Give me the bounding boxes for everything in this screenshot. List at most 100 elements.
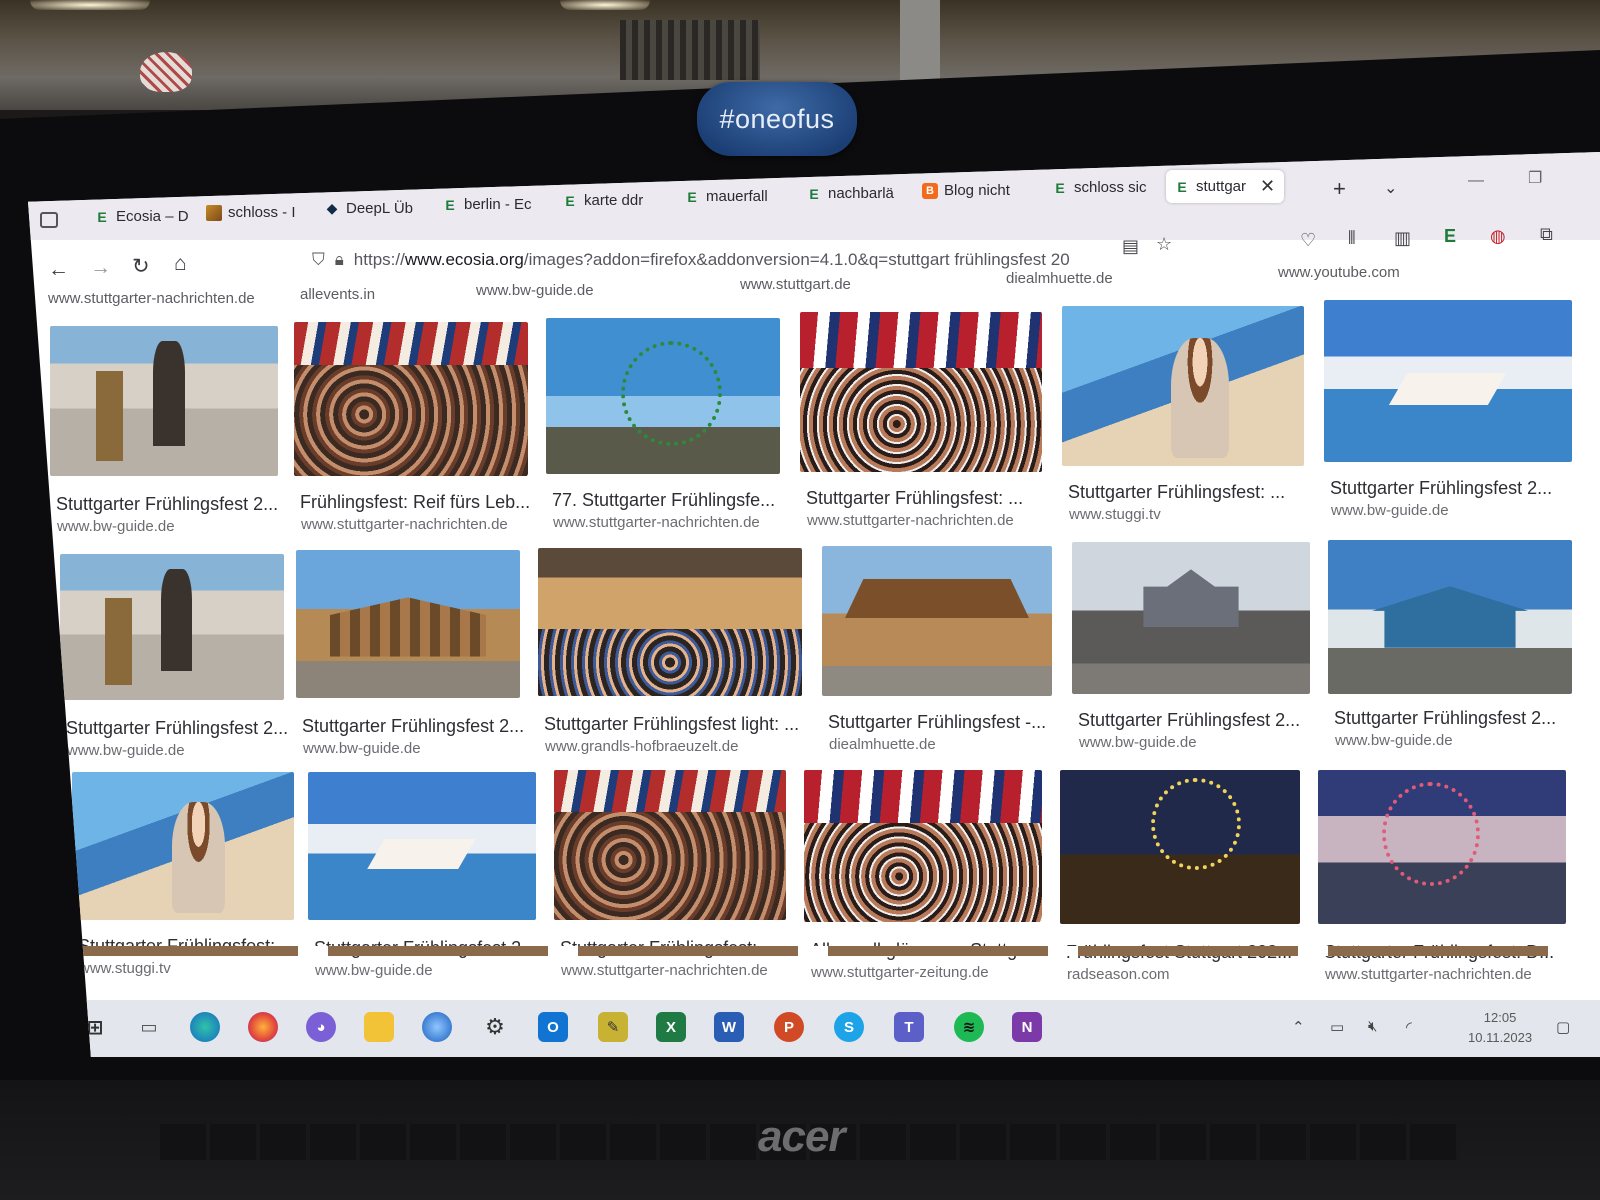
result-source[interactable]: www.stuggi.tv xyxy=(1069,506,1161,523)
ecosia-extension-icon[interactable]: E xyxy=(1444,226,1456,247)
result-title[interactable]: Stuttgarter Frühlingsfest 2... xyxy=(1078,710,1300,731)
result-source[interactable]: www.stuttgarter-zeitung.de xyxy=(811,964,989,981)
sidebar-icon[interactable]: ▥ xyxy=(1394,228,1411,249)
url-text[interactable]: https://www.ecosia.org/images?addon=fire… xyxy=(354,250,1070,270)
result-source[interactable]: www.stuttgarter-nachrichten.de xyxy=(561,962,768,979)
result-thumbnail[interactable] xyxy=(1328,540,1572,694)
lock-icon[interactable]: 🔒︎ xyxy=(335,250,344,270)
result-thumbnail[interactable] xyxy=(296,550,520,698)
onenote-icon[interactable]: N xyxy=(1012,1012,1042,1042)
spotify-icon[interactable]: ≋ xyxy=(954,1012,984,1042)
pocket-icon[interactable]: ♡ xyxy=(1300,230,1316,251)
firefox-icon[interactable] xyxy=(248,1012,278,1042)
result-title[interactable]: Stuttgarter Frühlingsfest 2... xyxy=(1334,708,1556,729)
skype-icon[interactable]: S xyxy=(834,1012,864,1042)
result-source[interactable]: www.stuttgarter-nachrichten.de xyxy=(48,290,255,307)
result-source[interactable]: www.grandls-hofbraeuzelt.de xyxy=(545,738,738,755)
result-thumbnail[interactable] xyxy=(554,770,786,920)
notepad-icon[interactable]: ✎ xyxy=(598,1012,628,1042)
result-source[interactable]: www.stuggi.tv xyxy=(79,960,171,977)
word-icon[interactable]: W xyxy=(714,1012,744,1042)
result-source[interactable]: www.bw-guide.de xyxy=(315,962,433,979)
result-source[interactable]: allevents.in xyxy=(300,286,375,303)
result-title[interactable]: Stuttgarter Frühlingsfest 2... xyxy=(66,718,288,739)
tab-karte-ddr[interactable]: E karte ddr xyxy=(562,192,662,209)
thunderbird-icon[interactable] xyxy=(422,1012,452,1042)
result-source[interactable]: www.youtube.com xyxy=(1278,264,1400,281)
result-source[interactable]: www.bw-guide.de xyxy=(1079,734,1197,751)
wifi-icon[interactable]: ◜ xyxy=(1406,1018,1412,1036)
tab-schloss-sic[interactable]: E schloss sic xyxy=(1052,179,1152,196)
result-source[interactable]: www.bw-guide.de xyxy=(1335,732,1453,749)
result-thumbnail[interactable] xyxy=(1318,770,1566,924)
bookmark-star-icon[interactable]: ☆ xyxy=(1156,234,1172,255)
result-source[interactable]: www.bw-guide.de xyxy=(57,518,175,535)
tab-nachbarlaender[interactable]: E nachbarlä xyxy=(806,185,906,202)
taskbar-clock[interactable]: 12:05 10.11.2023 xyxy=(1468,1008,1532,1048)
result-thumbnail[interactable] xyxy=(822,546,1052,696)
result-thumbnail[interactable] xyxy=(800,312,1042,472)
result-title[interactable]: Stuttgarter Frühlingsfest 2... xyxy=(302,716,524,737)
result-source[interactable]: radseason.com xyxy=(1067,966,1170,983)
reader-view-icon[interactable]: ▤ xyxy=(1122,236,1139,257)
settings-gear-icon[interactable]: ⚙ xyxy=(480,1012,510,1042)
result-source[interactable]: www.stuttgarter-nachrichten.de xyxy=(301,516,508,533)
result-source[interactable]: www.bw-guide.de xyxy=(67,742,185,759)
result-thumbnail[interactable] xyxy=(50,326,278,476)
tab-berlin[interactable]: E berlin - Ec xyxy=(442,196,542,213)
result-thumbnail[interactable] xyxy=(1324,300,1572,462)
battery-icon[interactable]: ▭ xyxy=(1330,1018,1344,1036)
tab-blog[interactable]: B Blog nicht xyxy=(922,182,1032,199)
result-source[interactable]: www.bw-guide.de xyxy=(303,740,421,757)
result-thumbnail[interactable] xyxy=(804,770,1042,922)
speaker-muted-icon[interactable]: 🔇︎ xyxy=(1368,1018,1377,1035)
result-source[interactable]: www.bw-guide.de xyxy=(1331,502,1449,519)
result-source[interactable]: diealmhuette.de xyxy=(1006,270,1113,287)
result-title[interactable]: Stuttgarter Frühlingsfest light: ... xyxy=(544,714,799,735)
result-source[interactable]: www.bw-guide.de xyxy=(476,282,594,299)
result-source[interactable]: diealmhuette.de xyxy=(829,736,936,753)
teams-chat-icon[interactable]: ◕ xyxy=(306,1012,336,1042)
result-title[interactable]: Stuttgarter Frühlingsfest 2... xyxy=(56,494,278,515)
excel-icon[interactable]: X xyxy=(656,1012,686,1042)
maximize-icon[interactable]: ❐ xyxy=(1528,168,1542,188)
extensions-puzzle-icon[interactable]: ⧉ xyxy=(1540,224,1553,245)
result-source[interactable]: www.stuttgart.de xyxy=(740,276,851,293)
result-thumbnail[interactable] xyxy=(1060,770,1300,924)
result-thumbnail[interactable] xyxy=(60,554,284,700)
file-explorer-icon[interactable] xyxy=(364,1012,394,1042)
notification-icon[interactable]: ▢ xyxy=(1556,1018,1570,1036)
result-thumbnail[interactable] xyxy=(538,548,802,696)
result-title[interactable]: Frühlingsfest: Reif fürs Leb... xyxy=(300,492,530,513)
result-thumbnail[interactable] xyxy=(1062,306,1304,466)
result-title[interactable]: Stuttgarter Frühlingsfest 2... xyxy=(1330,478,1552,499)
result-title[interactable]: Stuttgarter Frühlingsfest: ... xyxy=(1068,482,1285,503)
minimize-icon[interactable]: — xyxy=(1468,172,1484,190)
tab-stuttgart-active[interactable]: E stuttgar ✕ xyxy=(1166,170,1284,203)
result-thumbnail[interactable] xyxy=(1072,542,1310,694)
library-icon[interactable]: ⫴ xyxy=(1348,228,1356,249)
shield-icon[interactable]: ⛉ xyxy=(312,250,325,270)
extension-icon[interactable]: ◍ xyxy=(1490,226,1506,247)
powerpoint-icon[interactable]: P xyxy=(774,1012,804,1042)
edge-icon[interactable] xyxy=(190,1012,220,1042)
teams-icon[interactable]: T xyxy=(894,1012,924,1042)
result-title[interactable]: Stuttgarter Frühlingsfest: ... xyxy=(806,488,1023,509)
result-thumbnail[interactable] xyxy=(308,772,536,920)
chevron-up-icon[interactable]: ⌃ xyxy=(1292,1018,1305,1036)
outlook-icon[interactable]: O xyxy=(538,1012,568,1042)
result-thumbnail[interactable] xyxy=(294,322,528,476)
result-title[interactable]: Stuttgarter Frühlingsfest -... xyxy=(828,712,1046,733)
result-title[interactable]: 77. Stuttgarter Frühlingsfe... xyxy=(552,490,775,511)
result-source[interactable]: www.stuttgarter-nachrichten.de xyxy=(807,512,1014,529)
result-thumbnail[interactable] xyxy=(72,772,294,920)
tab-mauerfall[interactable]: E mauerfall xyxy=(684,188,784,205)
result-source[interactable]: www.stuttgarter-nachrichten.de xyxy=(1325,966,1532,983)
new-tab-icon[interactable]: + xyxy=(1333,176,1346,202)
chevron-down-icon[interactable]: ⌄ xyxy=(1384,178,1397,198)
result-thumbnail[interactable] xyxy=(546,318,780,474)
result-source[interactable]: www.stuttgarter-nachrichten.de xyxy=(553,514,760,531)
laptop-logo: acer xyxy=(758,1112,846,1161)
close-tab-icon[interactable]: ✕ xyxy=(1260,176,1275,197)
task-view-icon[interactable]: ▭ xyxy=(134,1012,164,1042)
